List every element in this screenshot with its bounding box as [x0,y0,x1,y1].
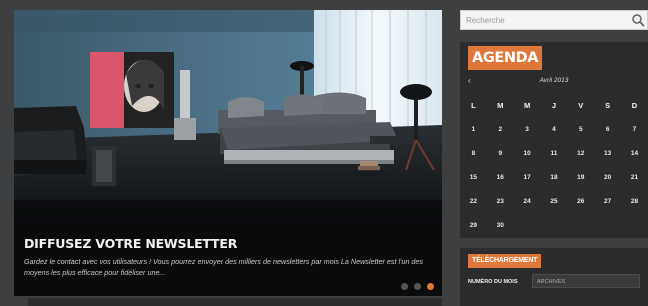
calendar-grid: L M M J V S D 1 2 3 4 5 6 7 8 9 10 11 12… [460,94,648,238]
calendar-day[interactable]: 5 [567,118,594,142]
calendar-day[interactable]: 3 [514,118,541,142]
calendar-day[interactable]: 25 [541,190,568,214]
slider-dot-3-active[interactable] [427,283,434,290]
calendar-day[interactable]: 1 [460,118,487,142]
calendar-day[interactable]: 16 [487,166,514,190]
calendar-day[interactable]: 30 [487,214,514,238]
agenda-title: AGENDA [468,46,543,70]
calendar-day[interactable]: 18 [541,166,568,190]
weekday-label: V [578,101,584,110]
calendar-day[interactable]: 29 [460,214,487,238]
bedroom-photo [14,10,442,224]
calendar-day[interactable]: 28 [621,190,648,214]
calendar-day[interactable]: 27 [594,190,621,214]
calendar-day[interactable]: 6 [594,118,621,142]
calendar-day [514,214,541,238]
slider-dot-1[interactable] [401,283,408,290]
calendar-day[interactable]: 7 [621,118,648,142]
calendar-day[interactable]: 2 [487,118,514,142]
download-widget: Téléchargement NUMÉRO DU MOIS ARCHIVES [460,248,648,306]
calendar-day [567,214,594,238]
calendar-day [621,214,648,238]
slider-dot-2[interactable] [414,283,421,290]
calendar-day[interactable]: 17 [514,166,541,190]
calendar-day[interactable]: 22 [460,190,487,214]
calendar-day [594,214,621,238]
slide-title[interactable]: DIFFUSEZ VOTRE NEWSLETTER [24,236,432,252]
calendar-day[interactable]: 14 [621,142,648,166]
weekday-label: M [523,101,531,110]
featured-slider[interactable]: DIFFUSEZ VOTRE NEWSLETTER Gardez le cont… [14,10,442,296]
calendar-day[interactable]: 10 [514,142,541,166]
search-icon[interactable] [631,13,645,27]
weekday-label: S [605,101,611,110]
issue-label: NUMÉRO DU MOIS [468,279,518,285]
archives-select[interactable]: ARCHIVES [532,274,640,288]
calendar-day[interactable]: 4 [541,118,568,142]
calendar-day[interactable]: 12 [567,142,594,166]
calendar-day[interactable]: 20 [594,166,621,190]
calendar-day[interactable]: 23 [487,190,514,214]
weekday-label: M [497,101,504,110]
calendar-day[interactable]: 26 [567,190,594,214]
calendar-day[interactable]: 9 [487,142,514,166]
calendar-month-label: Avril 2013 [539,77,569,84]
slider-pagination [401,283,434,290]
slide-text: Gardez le contact avec vos utilisateurs … [24,257,423,277]
calendar-day[interactable]: 11 [541,142,568,166]
calendar-day[interactable]: 15 [460,166,487,190]
weekday-label: J [551,101,557,110]
download-title: Téléchargement [468,254,542,268]
calendar-day[interactable]: 13 [594,142,621,166]
agenda-widget: AGENDA ‹ Avril 2013 L M M J V S D 1 2 3 … [460,42,648,238]
calendar-day [541,214,568,238]
search-input[interactable] [461,15,621,25]
slide-caption: DIFFUSEZ VOTRE NEWSLETTER Gardez le cont… [14,224,442,296]
content-bar [28,298,442,306]
calendar-day[interactable]: 21 [621,166,648,190]
weekday-label: D [631,101,638,110]
search-box [460,10,648,30]
calendar-day[interactable]: 8 [460,142,487,166]
calendar-day[interactable]: 24 [514,190,541,214]
calendar-nav: ‹ Avril 2013 [460,74,648,88]
calendar-day[interactable]: 19 [567,166,594,190]
weekday-label: L [471,101,476,110]
